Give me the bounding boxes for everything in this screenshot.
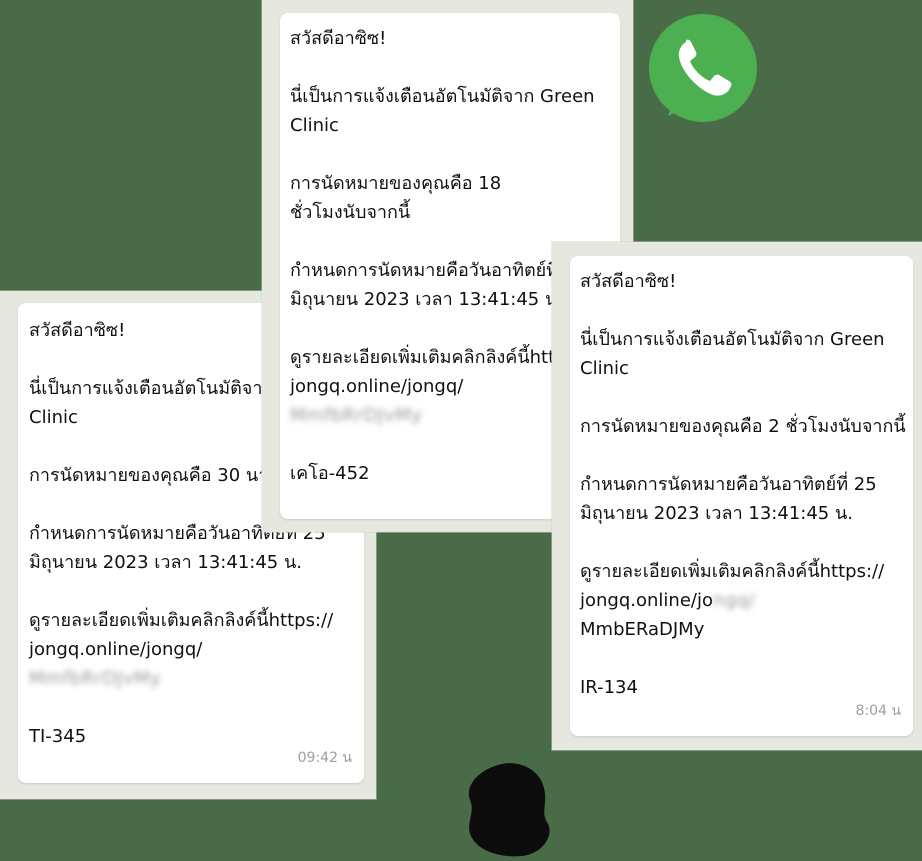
details-line-1: ดูรายละเอียดเพิ่มเติมคลิกลิงค์นี้https:/… bbox=[580, 561, 885, 582]
schedule-line-2: มิถุนายน 2023 เวลา 13:41:45 น. bbox=[29, 552, 302, 573]
greeting: สวัสดีอาซิซ! bbox=[290, 28, 387, 49]
blurred-link-token: MmfbRrDJvMy bbox=[29, 668, 162, 689]
details-link-line[interactable]: jongq.online/jongq/ bbox=[580, 586, 913, 615]
blurred-link-token: ngq/ bbox=[712, 590, 756, 611]
countdown-line-1: การนัดหมายของคุณคือ 18 bbox=[290, 173, 502, 194]
blurred-link-token: MmfbRrDJvMy bbox=[290, 405, 423, 426]
details-link-visible: jongq.online/jo bbox=[580, 590, 713, 611]
schedule-line-2: มิถุนายน 2023 เวลา 13:41:45 น. bbox=[580, 503, 853, 524]
details-link-token: MmbERaDJMy bbox=[580, 619, 705, 640]
intro-line-1: นี่เป็นการแจ้งเตือนอัตโนมัติจาก Green bbox=[580, 329, 885, 350]
message-time: 09:42 น bbox=[297, 750, 352, 766]
message-time: 8:04 น bbox=[855, 703, 901, 719]
intro-line-2: Clinic bbox=[290, 115, 339, 136]
intro-line-2: Clinic bbox=[580, 358, 629, 379]
whatsapp-logo-icon bbox=[649, 14, 757, 122]
dark-blob-icon bbox=[468, 763, 550, 857]
details-link[interactable]: jongq.online/jongq/ bbox=[29, 635, 364, 664]
intro-line-1: นี่เป็นการแจ้งเตือนอัตโนมัติจาก Green bbox=[290, 86, 595, 107]
details-line-1: ดูรายละเอียดเพิ่มเติมคลิกลิงค์นี้https:/… bbox=[29, 610, 334, 631]
greeting: สวัสดีอาซิซ! bbox=[580, 271, 677, 292]
countdown-line-2: ชั่วโมงนับจากนี้ bbox=[290, 202, 411, 223]
countdown: การนัดหมายของคุณคือ 2 ชั่วโมงนับจากนี้ bbox=[580, 416, 906, 437]
message-bubble-right[interactable]: สวัสดีอาซิซ! นี่เป็นการแจ้งเตือนอัตโนมัต… bbox=[570, 256, 913, 736]
schedule-line-1: กำหนดการนัดหมายคือวันอาทิตย์ที่ 25 bbox=[580, 474, 877, 495]
